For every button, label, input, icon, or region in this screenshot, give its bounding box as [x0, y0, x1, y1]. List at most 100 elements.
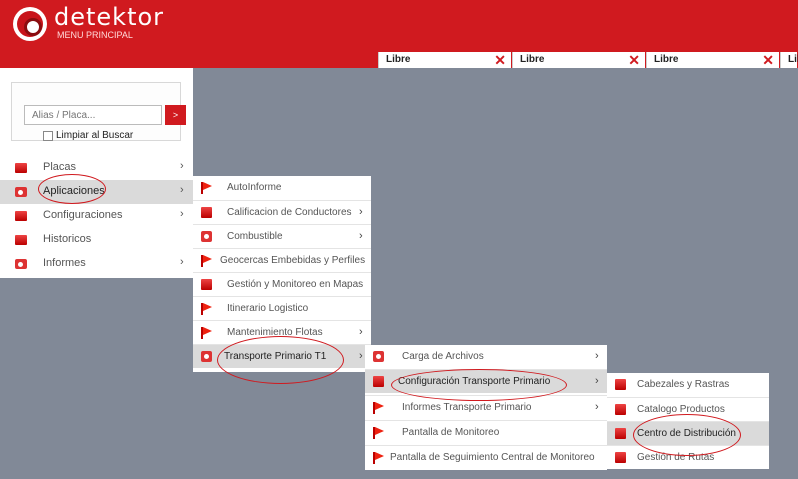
- submenu-item-label: Cabezales y Rastras: [637, 379, 730, 390]
- submenu-item-pantalla-monitoreo[interactable]: Pantalla de Monitoreo: [365, 420, 607, 444]
- apps-icon: [15, 187, 27, 197]
- submenu-item-itinerario[interactable]: Itinerario Logistico: [193, 296, 371, 320]
- menu-item-label: Aplicaciones: [43, 185, 105, 197]
- submenu-item-gestion-rutas[interactable]: Gestión de Rutas: [607, 445, 769, 469]
- submenu-item-label: Pantalla de Monitoreo: [402, 427, 500, 438]
- route-icon: [615, 452, 626, 463]
- submenu-item-label: Mantenimiento Flotas: [227, 327, 323, 338]
- submenu-item-label: Gestión de Rutas: [637, 452, 715, 463]
- submenu-item-label: AutoInforme: [227, 182, 282, 193]
- submenu-item-calificacion[interactable]: Calificacion de Conductores ›: [193, 200, 371, 224]
- submenu-item-label: Calificacion de Conductores: [227, 207, 352, 218]
- chevron-right-icon: ›: [180, 160, 184, 172]
- submenu-item-mantenimiento[interactable]: Mantenimiento Flotas ›: [193, 320, 371, 344]
- submenu-item-config-transporte[interactable]: Configuración Transporte Primario ›: [365, 369, 607, 393]
- submenu-config-transporte: Cabezales y Rastras Catalogo Productos C…: [607, 373, 769, 469]
- chevron-right-icon: ›: [595, 375, 599, 387]
- chevron-right-icon: ›: [180, 208, 184, 220]
- upload-icon: [373, 351, 384, 362]
- config-icon: [373, 376, 384, 387]
- flag-icon: [373, 402, 384, 414]
- clear-on-search-checkbox[interactable]: [43, 130, 53, 141]
- submenu-item-combustible[interactable]: Combustible ›: [193, 224, 371, 248]
- flag-icon: [373, 452, 384, 464]
- slot-label: Libre: [386, 54, 411, 65]
- transport-icon: [201, 351, 212, 362]
- logo-text: detektor: [54, 3, 165, 31]
- submenu-item-label: Geocercas Embebidas y Perfiles: [220, 255, 366, 266]
- slot-4[interactable]: Lib: [780, 52, 798, 68]
- plate-icon: [15, 163, 27, 173]
- submenu-item-label: Carga de Archivos: [402, 351, 484, 362]
- config-icon: [15, 211, 27, 221]
- main-menu-panel: > Limpiar al Buscar Placas › Aplicacione…: [0, 68, 193, 278]
- slot-1[interactable]: Libre ✕: [378, 52, 511, 68]
- truck-icon: [615, 379, 626, 390]
- chevron-right-icon: ›: [359, 350, 363, 362]
- menu-item-informes[interactable]: Informes ›: [0, 252, 193, 276]
- rating-icon: [201, 207, 212, 218]
- menu-item-placas[interactable]: Placas ›: [0, 156, 193, 180]
- submenu-item-label: Catalogo Productos: [637, 404, 725, 415]
- chevron-right-icon: ›: [359, 326, 363, 338]
- submenu-item-autoinforme[interactable]: AutoInforme: [193, 176, 371, 200]
- search-box: > Limpiar al Buscar: [11, 82, 186, 141]
- submenu-item-centro-distribucion[interactable]: Centro de Distribución: [607, 421, 769, 445]
- search-button[interactable]: >: [165, 105, 186, 125]
- submenu-item-label: Itinerario Logistico: [227, 303, 309, 314]
- menu-item-configuraciones[interactable]: Configuraciones ›: [0, 204, 193, 228]
- flag-icon: [201, 303, 212, 315]
- menu-item-label: Informes: [43, 257, 86, 269]
- submenu-item-label: Pantalla de Seguimiento Central de Monit…: [390, 452, 595, 463]
- menu-item-aplicaciones[interactable]: Aplicaciones ›: [0, 180, 193, 204]
- submenu-item-label: Gestión y Monitoreo en Mapas: [227, 279, 364, 290]
- slot-label: Libre: [654, 54, 679, 65]
- slot-label: Lib: [788, 54, 798, 65]
- menu-item-label: Configuraciones: [43, 209, 123, 221]
- reports-icon: [15, 259, 27, 269]
- submenu-item-geocercas[interactable]: Geocercas Embebidas y Perfiles: [193, 248, 371, 272]
- logo-icon: [13, 7, 47, 41]
- submenu-item-label: Configuración Transporte Primario: [398, 376, 551, 387]
- history-icon: [15, 235, 27, 245]
- slot-bar: Libre ✕ Libre ✕ Libre ✕ Lib: [378, 52, 798, 68]
- chevron-right-icon: ›: [359, 230, 363, 242]
- catalog-icon: [615, 404, 626, 415]
- menu-item-label: Placas: [43, 161, 77, 173]
- chevron-right-icon: ›: [595, 350, 599, 362]
- submenu-aplicaciones: AutoInforme Calificacion de Conductores …: [193, 176, 371, 372]
- chevron-right-icon: ›: [359, 206, 363, 218]
- submenu-item-transporte-primario[interactable]: Transporte Primario T1 ›: [193, 344, 371, 368]
- fuel-icon: [201, 231, 212, 242]
- submenu-item-cabezales[interactable]: Cabezales y Rastras: [607, 373, 769, 397]
- submenu-item-catalogo[interactable]: Catalogo Productos: [607, 397, 769, 421]
- flag-icon: [201, 327, 212, 339]
- flag-icon: [201, 255, 212, 267]
- flag-icon: [373, 427, 384, 439]
- header-subtitle: MENU PRINCIPAL: [57, 30, 133, 40]
- menu-item-label: Historicos: [43, 233, 92, 245]
- slot-3[interactable]: Libre ✕: [646, 52, 779, 68]
- chevron-right-icon: ›: [595, 401, 599, 413]
- slot-2[interactable]: Libre ✕: [512, 52, 645, 68]
- warehouse-icon: [615, 428, 626, 439]
- submenu-transporte-primario: Carga de Archivos › Configuración Transp…: [365, 345, 607, 470]
- slot-label: Libre: [520, 54, 545, 65]
- submenu-item-label: Transporte Primario T1: [224, 351, 327, 362]
- app-header: detektor MENU PRINCIPAL Libre ✕ Libre ✕ …: [0, 0, 798, 68]
- chevron-right-icon: ›: [180, 184, 184, 196]
- submenu-item-label: Centro de Distribución: [637, 428, 736, 439]
- submenu-item-informes-transporte[interactable]: Informes Transporte Primario ›: [365, 395, 607, 419]
- submenu-item-gestion-mapas[interactable]: Gestión y Monitoreo en Mapas: [193, 272, 371, 296]
- menu-item-historicos[interactable]: Historicos: [0, 228, 193, 252]
- clear-on-search-row[interactable]: Limpiar al Buscar: [43, 130, 133, 141]
- search-input[interactable]: [24, 105, 162, 125]
- flag-icon: [201, 182, 212, 194]
- close-icon[interactable]: ✕: [762, 52, 774, 68]
- submenu-item-carga-archivos[interactable]: Carga de Archivos ›: [365, 345, 607, 369]
- close-icon[interactable]: ✕: [628, 52, 640, 68]
- submenu-item-pantalla-seguimiento[interactable]: Pantalla de Seguimiento Central de Monit…: [365, 445, 607, 469]
- submenu-item-label: Combustible: [227, 231, 283, 242]
- map-icon: [201, 279, 212, 290]
- close-icon[interactable]: ✕: [494, 52, 506, 68]
